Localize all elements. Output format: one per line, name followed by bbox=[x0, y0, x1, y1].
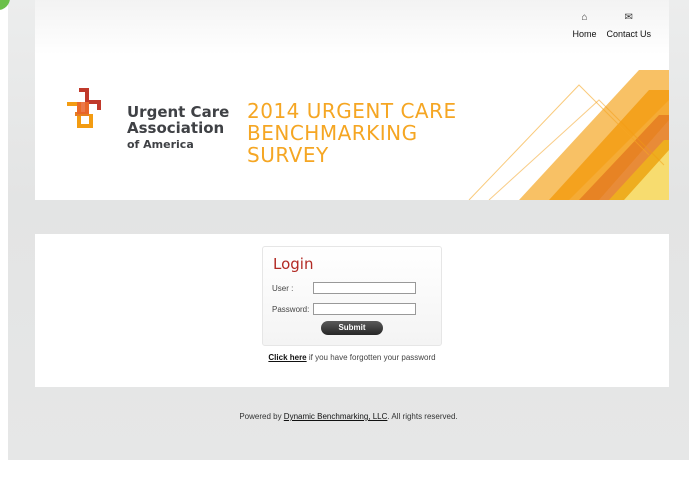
footer-suffix: . All rights reserved. bbox=[387, 412, 458, 421]
nav-home-label: Home bbox=[572, 29, 597, 39]
user-input[interactable] bbox=[313, 282, 416, 294]
login-panel: Login User : Password: Submit Click here… bbox=[35, 234, 669, 387]
password-label: Password: bbox=[272, 305, 310, 314]
nav-home[interactable]: ⌂ Home bbox=[572, 11, 596, 39]
nav-contact-label: Contact Us bbox=[606, 29, 651, 39]
bottom-strip bbox=[0, 460, 689, 486]
organization-name: Urgent Care Association of America bbox=[127, 104, 229, 152]
footer-company-link[interactable]: Dynamic Benchmarking, LLC bbox=[284, 412, 388, 421]
footer: Powered by Dynamic Benchmarking, LLC. Al… bbox=[8, 412, 689, 421]
mail-icon: ✉ bbox=[624, 12, 633, 23]
banner-decoration bbox=[468, 70, 669, 200]
org-name-line3: of America bbox=[127, 138, 194, 151]
forgot-password-link[interactable]: Click here bbox=[268, 353, 306, 362]
survey-title: 2014 URGENT CARE BENCHMARKING SURVEY bbox=[247, 100, 457, 166]
submit-button[interactable]: Submit bbox=[321, 321, 383, 335]
login-box: Login User : Password: Submit bbox=[262, 246, 442, 346]
password-input[interactable] bbox=[313, 303, 416, 315]
header-banner: ⌂ Home ✉ Contact Us Urgent Care Associat… bbox=[35, 0, 669, 200]
org-name-line2: Association bbox=[127, 119, 225, 137]
footer-prefix: Powered by bbox=[239, 412, 284, 421]
ucaoa-logo-icon bbox=[67, 88, 101, 128]
user-label: User : bbox=[272, 284, 294, 293]
survey-title-line1: 2014 URGENT CARE bbox=[247, 99, 457, 123]
top-navigation: ⌂ Home ✉ Contact Us bbox=[572, 11, 651, 39]
forgot-password-text: Click here if you have forgotten your pa… bbox=[35, 353, 669, 362]
survey-title-line2: BENCHMARKING bbox=[247, 121, 418, 145]
login-title: Login bbox=[273, 255, 314, 273]
survey-title-line3: SURVEY bbox=[247, 143, 329, 167]
nav-contact-us[interactable]: ✉ Contact Us bbox=[606, 11, 651, 39]
forgot-password-suffix: if you have forgotten your password bbox=[306, 353, 436, 362]
home-icon: ⌂ bbox=[581, 12, 588, 23]
org-name-line1: Urgent Care bbox=[127, 103, 230, 121]
